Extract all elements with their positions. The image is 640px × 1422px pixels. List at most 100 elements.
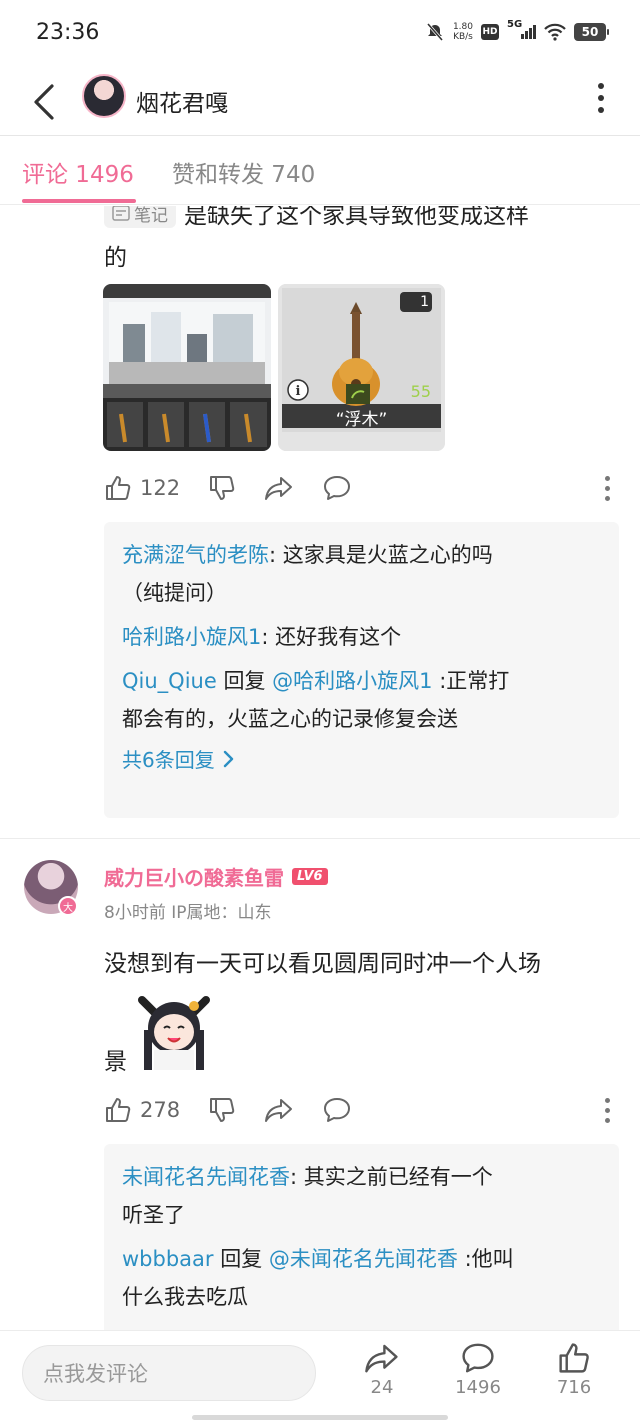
share-icon (265, 1099, 293, 1122)
vertical-dots-icon (598, 83, 604, 89)
comment1-text-line1: 笔记 是缺失了这个家具导致他变成这样 (104, 206, 529, 230)
bottom-share-button[interactable]: 24 (347, 1341, 417, 1398)
comment-feed[interactable]: 笔记 是缺失了这个家具导致他变成这样 的 i 1 55 “浮木” 122 充满涩… (0, 206, 640, 1330)
comment2-dislike-button[interactable] (208, 1096, 236, 1124)
comment-bubble-icon (324, 1098, 351, 1122)
thumbs-up-icon (559, 1343, 589, 1373)
like-count: 716 (556, 1377, 592, 1398)
comment2-username[interactable]: 威力巨小の酸素鱼雷 (104, 862, 284, 891)
comment2-meta: 8小时前 IP属地：山东 (104, 898, 272, 923)
reply-item[interactable]: 未闻花名先闻花香: 其实之前已经有一个 听圣了 (122, 1158, 601, 1234)
net-speed-value: 1.80 (452, 22, 473, 32)
author-name[interactable]: 烟花君嘎 (136, 84, 228, 118)
reply-text: 这家具是火蓝之心的吗 (282, 543, 493, 567)
comment-input[interactable]: 点我发评论 (22, 1345, 316, 1401)
net-speed-unit: KB/s (453, 32, 473, 42)
reply-item[interactable]: Qiu_Qiue 回复 @哈利路小旋风1 :正常打 都会有的，火蓝之心的记录修复… (122, 662, 601, 738)
battery-icon: 50 (574, 23, 609, 41)
comment2-action-bar: 278 (104, 1090, 624, 1130)
chevron-right-icon (223, 750, 233, 767)
comment1-share-button[interactable] (264, 474, 294, 502)
comment1-dislike-button[interactable] (208, 474, 236, 502)
more-options-button[interactable] (588, 78, 614, 118)
reply-separator: : (261, 625, 276, 649)
item-count: 1 (420, 294, 429, 310)
comment2-reply-box[interactable]: 未闻花名先闻花香: 其实之前已经有一个 听圣了 wbbbaar 回复 @未闻花名… (104, 1144, 619, 1330)
reply-text-cont: （纯提问） (122, 581, 227, 605)
tab-likes-reposts[interactable]: 赞和转发 740 (172, 155, 315, 189)
comment2-time: 8小时前 (104, 903, 166, 923)
share-count: 24 (370, 1377, 394, 1398)
comment2-like-count: 278 (140, 1098, 181, 1122)
reply-mention[interactable]: @哈利路小旋风1 (272, 669, 432, 693)
back-button[interactable] (22, 78, 66, 126)
active-tab-indicator (22, 199, 136, 203)
thumbs-down-icon (210, 1098, 235, 1122)
author-avatar[interactable] (82, 74, 126, 118)
chevron-left-icon (34, 84, 54, 120)
comment2-reply-button[interactable] (322, 1096, 352, 1124)
item-value: 55 (410, 382, 431, 401)
comment1-action-bar: 122 (104, 468, 624, 508)
signal-label: 5G (507, 19, 523, 30)
comment-count: 1496 (455, 1377, 501, 1398)
bottom-comment-button[interactable]: 1496 (443, 1341, 513, 1398)
item-name: “浮木” (335, 410, 388, 430)
reply-word: 回复 (213, 1247, 269, 1271)
more-replies-label: 共6条回复 (122, 748, 215, 772)
vertical-dots-icon (605, 1097, 610, 1103)
reply-username[interactable]: 哈利路小旋风1 (122, 625, 261, 649)
comment-bubble-icon (324, 476, 351, 500)
view-more-replies-link[interactable]: 共6条回复 (122, 744, 601, 773)
reply-username[interactable]: 未闻花名先闻花香 (122, 1165, 290, 1189)
svg-text:i: i (296, 384, 301, 399)
header: 烟花君嘎 (0, 70, 640, 136)
status-icons: 1.80 KB/s HD 5G 50 (425, 19, 609, 42)
tab-comments[interactable]: 评论 1496 (22, 155, 134, 189)
reply-separator: : (269, 543, 283, 567)
comment1-text-part1: 是缺失了这个家具导致他变成这样 (184, 206, 529, 229)
reply-text: :他叫 (457, 1247, 514, 1271)
thumbs-down-icon (210, 476, 235, 500)
comment1-like-count: 122 (140, 476, 181, 500)
reply-item[interactable]: 充满涩气的老陈: 这家具是火蓝之心的吗 （纯提问） (122, 536, 601, 612)
reply-item[interactable]: wbbbaar 回复 @未闻花名先闻花香 :他叫 什么我去吃瓜 (122, 1240, 601, 1316)
sticker-image (138, 996, 210, 1070)
reply-text-cont: 什么我去吃瓜 (122, 1285, 248, 1309)
comment1-like-button[interactable]: 122 (104, 474, 180, 502)
reply-mention[interactable]: @未闻花名先闻花香 (269, 1247, 458, 1271)
hd-icon: HD (481, 24, 499, 40)
comment2-share-button[interactable] (264, 1096, 294, 1124)
note-tag[interactable]: 笔记 (104, 206, 176, 228)
tab-bar: 评论 1496 赞和转发 740 (0, 137, 640, 205)
reply-text-cont: 都会有的，火蓝之心的记录修复会送 (122, 707, 458, 731)
thumbs-up-icon (106, 1098, 131, 1122)
comment1-text-line2: 的 (104, 245, 127, 271)
comment1-image-item-card[interactable]: i 1 55 “浮木” (278, 284, 445, 451)
share-icon (265, 477, 293, 500)
reply-username[interactable]: 充满涩气的老陈 (122, 543, 269, 567)
comment1-image-screenshot[interactable] (103, 284, 271, 451)
signal-5g-icon: 5G (507, 19, 536, 39)
comment2-more-button[interactable] (605, 1097, 610, 1123)
bottom-like-button[interactable]: 716 (539, 1341, 609, 1398)
comment2-like-button[interactable]: 278 (104, 1096, 180, 1124)
comment-bubble-icon (462, 1343, 494, 1373)
net-speed: 1.80 KB/s (453, 22, 473, 42)
reply-text-cont: 听圣了 (122, 1203, 185, 1227)
comment1-more-button[interactable] (605, 475, 610, 501)
comment2-username-row: 威力巨小の酸素鱼雷 LV6 (104, 862, 328, 891)
reply-username[interactable]: wbbbaar (122, 1247, 214, 1271)
comment1-reply-box[interactable]: 充满涩气的老陈: 这家具是火蓝之心的吗 （纯提问） 哈利路小旋风1: 还好我有这… (104, 522, 619, 818)
level-badge: LV6 (292, 868, 328, 885)
reply-item[interactable]: 哈利路小旋风1: 还好我有这个 (122, 618, 601, 656)
reply-separator: : (290, 1165, 304, 1189)
reply-username[interactable]: Qiu_Qiue (122, 669, 217, 693)
comment2-ip: IP属地：山东 (171, 903, 272, 923)
reply-text: 还好我有这个 (275, 625, 402, 649)
comment1-reply-button[interactable] (322, 474, 352, 502)
vertical-dots-icon (605, 475, 610, 481)
thumbs-up-icon (106, 476, 131, 500)
home-indicator[interactable] (192, 1415, 448, 1420)
comment2-text-line2: 景 (104, 1049, 127, 1075)
